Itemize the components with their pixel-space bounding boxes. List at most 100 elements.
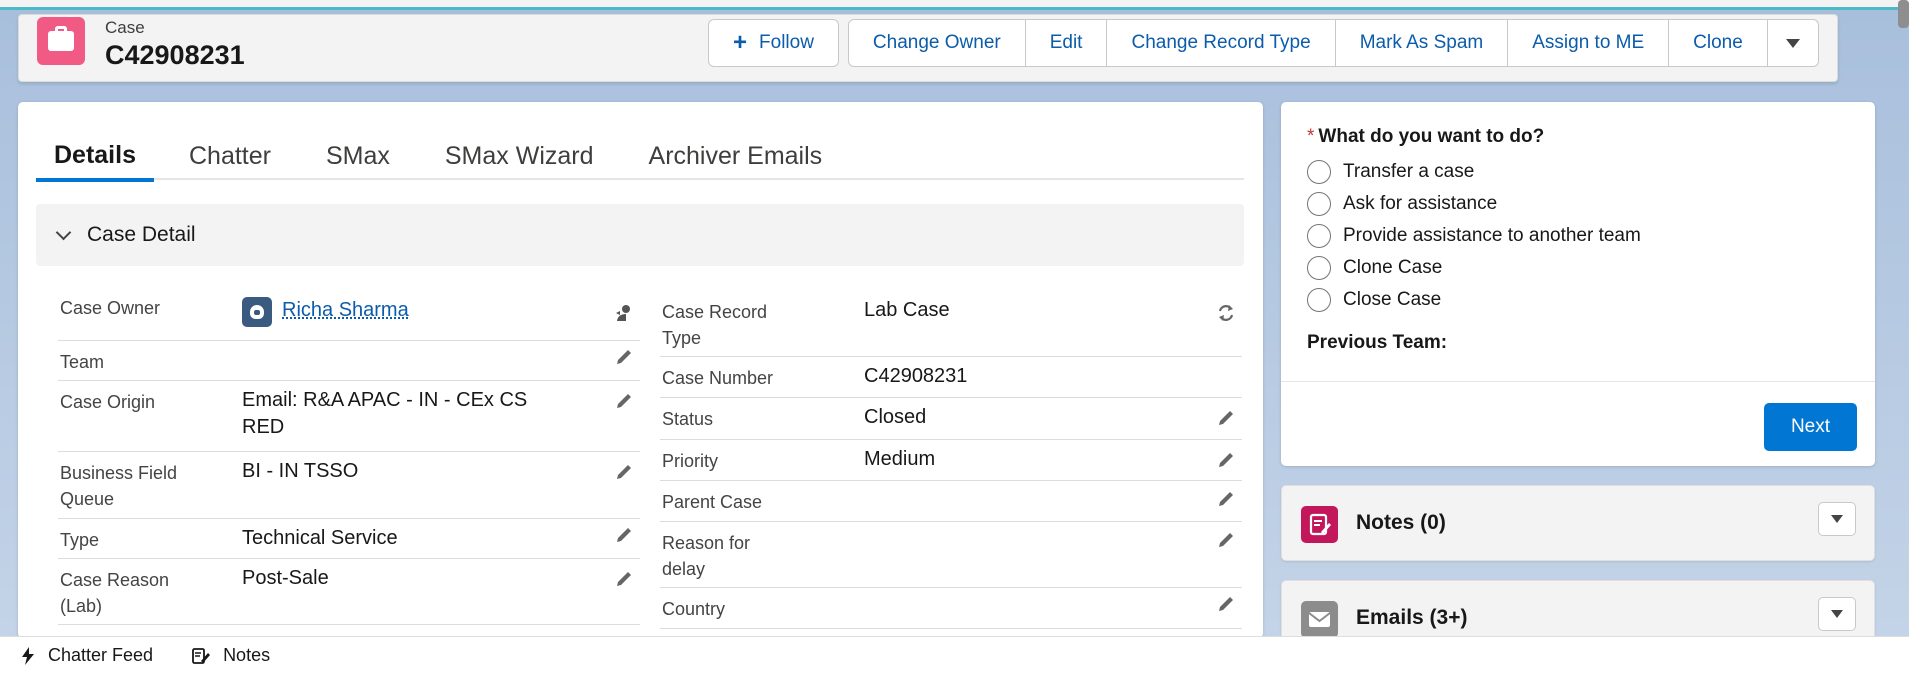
left-field-column: Case Owner Richa Sharma Team Case Origin…: [58, 287, 640, 625]
radio-button[interactable]: [1307, 288, 1331, 312]
field-value: Post-Sale: [242, 567, 329, 589]
pencil-icon[interactable]: [614, 569, 634, 589]
field-label: Status: [662, 409, 714, 429]
utility-chatter-feed[interactable]: Chatter Feed: [20, 645, 153, 666]
owner-link[interactable]: Richa Sharma: [282, 299, 409, 321]
avatar: [242, 297, 272, 327]
notes-icon: [1301, 506, 1338, 543]
mark-as-spam-button[interactable]: Mark As Spam: [1334, 19, 1509, 67]
field-business-field-queue: Business Field Queue BI - IN TSSO: [58, 452, 640, 519]
change-record-type-button[interactable]: Change Record Type: [1106, 19, 1336, 67]
pencil-icon[interactable]: [1216, 594, 1236, 614]
option-ask-assistance[interactable]: Ask for assistance: [1307, 192, 1497, 216]
option-close-case[interactable]: Close Case: [1307, 288, 1441, 312]
pencil-icon[interactable]: [1216, 489, 1236, 509]
emails-title[interactable]: Emails (3+): [1356, 606, 1467, 630]
field-case-reason: Case Reason (Lab) Post-Sale: [58, 559, 640, 625]
clone-button[interactable]: Clone: [1668, 19, 1768, 67]
tab-smax-wizard[interactable]: SMax Wizard: [425, 132, 614, 180]
tab-smax[interactable]: SMax: [306, 132, 410, 180]
more-actions-button[interactable]: [1766, 19, 1819, 67]
wizard-question: * What do you want to do?: [1307, 126, 1544, 148]
record-tabs: Details Chatter SMax SMax Wizard Archive…: [36, 132, 1244, 182]
radio-button[interactable]: [1307, 192, 1331, 216]
field-value: BI - IN TSSO: [242, 460, 359, 482]
record-header: Case C42908231 + Follow Change Owner Edi…: [18, 14, 1838, 82]
record-type-label: Case: [105, 18, 145, 37]
field-team: Team: [58, 341, 640, 381]
field-value: Closed: [864, 406, 927, 428]
field-label: Priority: [662, 451, 719, 471]
field-label: Country: [662, 599, 726, 619]
field-label: Type: [60, 530, 100, 550]
assign-to-me-button[interactable]: Assign to ME: [1507, 19, 1670, 67]
notes-title[interactable]: Notes (0): [1356, 511, 1446, 535]
question-text: What do you want to do?: [1318, 126, 1545, 147]
pencil-icon[interactable]: [1216, 450, 1236, 470]
change-owner-button[interactable]: Change Owner: [847, 19, 1026, 67]
utility-notes[interactable]: Notes: [191, 645, 270, 666]
window-scrollbar[interactable]: [1898, 0, 1909, 28]
pencil-icon[interactable]: [614, 525, 634, 545]
follow-label: Follow: [759, 32, 814, 53]
field-case-origin: Case Origin Email: R&A APAC - IN - CEx C…: [58, 381, 640, 452]
radio-button[interactable]: [1307, 224, 1331, 248]
field-label: Business Field Queue: [60, 463, 178, 509]
notes-label: Notes: [223, 645, 271, 665]
tab-details[interactable]: Details: [36, 132, 154, 182]
next-button[interactable]: Next: [1764, 403, 1857, 451]
field-label: Case Owner: [60, 298, 161, 318]
notes-icon: [192, 647, 211, 664]
chevron-down-icon: [1831, 610, 1843, 618]
option-label: Close Case: [1343, 289, 1442, 310]
field-value: Technical Service: [242, 527, 398, 549]
chevron-down-icon: [1785, 38, 1800, 48]
option-provide-assistance[interactable]: Provide assistance to another team: [1307, 224, 1641, 248]
chatter-feed-label: Chatter Feed: [48, 645, 154, 665]
change-record-type-icon[interactable]: [1216, 303, 1236, 323]
pencil-icon[interactable]: [1216, 530, 1236, 550]
field-label: Case Number: [662, 368, 774, 388]
edit-button[interactable]: Edit: [1024, 19, 1108, 67]
plus-icon: +: [733, 29, 748, 56]
option-label: Clone Case: [1343, 257, 1443, 278]
tab-chatter[interactable]: Chatter: [169, 132, 291, 180]
field-label: Parent Case: [662, 492, 763, 512]
utility-bar: Chatter Feed Notes: [0, 636, 1909, 674]
details-card: Details Chatter SMax SMax Wizard Archive…: [18, 102, 1263, 638]
field-label: Reason for delay: [662, 533, 751, 579]
field-priority: Priority Medium: [660, 440, 1242, 481]
follow-button[interactable]: + Follow: [708, 19, 839, 67]
divider: [1281, 381, 1875, 382]
field-country: Country: [660, 588, 1242, 629]
field-case-record-type: Case Record Type Lab Case: [660, 287, 1242, 357]
tab-archiver-emails[interactable]: Archiver Emails: [629, 132, 843, 180]
chevron-down-icon: [1831, 515, 1843, 523]
field-case-number: Case Number C42908231: [660, 357, 1242, 398]
field-label: Case Reason (Lab): [60, 570, 170, 616]
option-label: Provide assistance to another team: [1343, 225, 1641, 246]
case-detail-section-toggle[interactable]: Case Detail: [36, 204, 1244, 266]
field-parent-case: Parent Case: [660, 481, 1242, 522]
pencil-icon[interactable]: [614, 347, 634, 367]
action-buttons: + Follow Change Owner Edit Change Record…: [708, 19, 1819, 67]
previous-team-label: Previous Team:: [1307, 332, 1448, 353]
field-value: Medium: [864, 448, 936, 470]
action-wizard-card: * What do you want to do? Transfer a case…: [1281, 102, 1875, 466]
option-transfer-case[interactable]: Transfer a case: [1307, 160, 1474, 184]
radio-button[interactable]: [1307, 256, 1331, 280]
change-owner-icon[interactable]: [614, 303, 634, 323]
notes-menu-button[interactable]: [1818, 502, 1856, 536]
email-icon: [1301, 601, 1338, 638]
option-clone-case[interactable]: Clone Case: [1307, 256, 1442, 280]
pencil-icon[interactable]: [1216, 408, 1236, 428]
emails-menu-button[interactable]: [1818, 597, 1856, 631]
record-title: C42908231: [105, 40, 245, 70]
radio-button[interactable]: [1307, 160, 1331, 184]
pencil-icon[interactable]: [614, 391, 634, 411]
right-field-column: Case Record Type Lab Case Case Number C4…: [660, 287, 1242, 629]
pencil-icon[interactable]: [614, 462, 634, 482]
field-label: Case Record Type: [662, 302, 768, 348]
field-value: Richa Sharma: [242, 297, 582, 327]
field-type: Type Technical Service: [58, 519, 640, 559]
